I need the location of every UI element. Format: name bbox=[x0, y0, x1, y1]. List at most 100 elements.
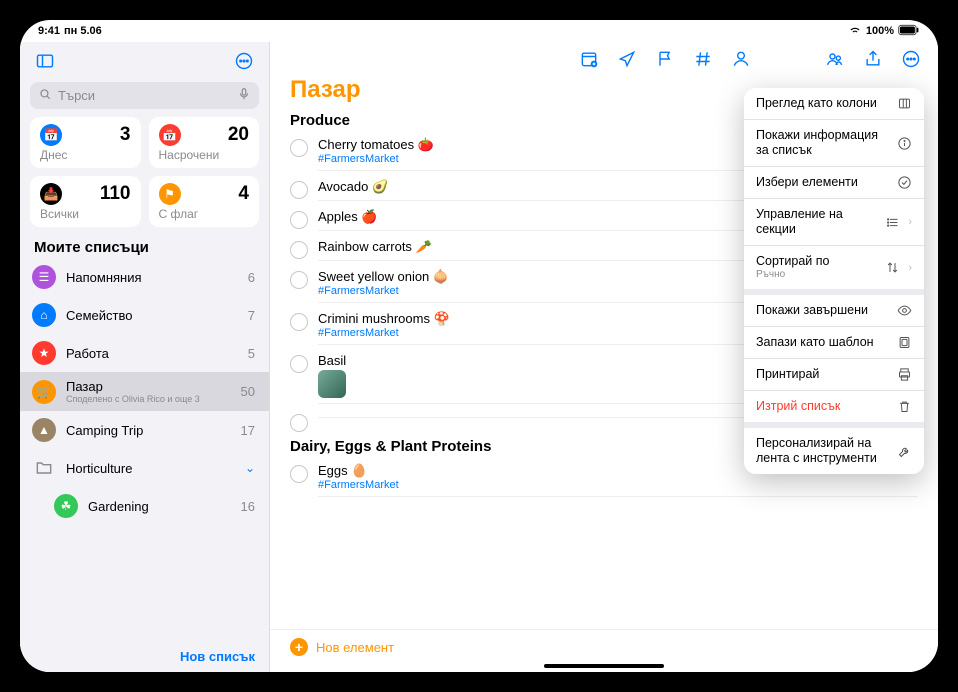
list-count: 7 bbox=[248, 308, 255, 323]
search-input[interactable]: Търси bbox=[30, 82, 259, 109]
ellipsis-icon[interactable] bbox=[900, 48, 922, 70]
complete-checkbox[interactable] bbox=[290, 313, 308, 331]
list-icon: ☰ bbox=[32, 265, 56, 289]
complete-checkbox[interactable] bbox=[290, 465, 308, 483]
status-bar: 9:41 пн 5.06 100% bbox=[20, 20, 938, 42]
menu-item[interactable]: Запази като шаблон bbox=[744, 327, 924, 359]
reminder-tag[interactable]: #FarmersMarket bbox=[318, 479, 918, 491]
menu-label: Запази като шаблон bbox=[756, 335, 874, 349]
flag-icon[interactable] bbox=[654, 48, 676, 70]
smart-card-label: С флаг bbox=[159, 207, 250, 221]
menu-label: Персонализирай на лента с инструменти bbox=[756, 436, 877, 465]
menu-label: Преглед като колони bbox=[756, 96, 877, 110]
smart-card-label: Всички bbox=[40, 207, 131, 221]
eye-icon bbox=[896, 303, 912, 318]
complete-checkbox[interactable] bbox=[290, 355, 308, 373]
smart-card-label: Днес bbox=[40, 148, 131, 162]
collaborate-icon[interactable] bbox=[824, 48, 846, 70]
smart-card-count: 20 bbox=[228, 124, 249, 146]
info-icon bbox=[896, 136, 912, 151]
complete-checkbox[interactable] bbox=[290, 414, 308, 432]
chevron-right-icon: › bbox=[908, 216, 912, 228]
person-icon[interactable] bbox=[730, 48, 752, 70]
app: Търси 📅 3 Днес 📅 20 Насрочени 📥 110 Всич… bbox=[20, 42, 938, 672]
home-indicator[interactable] bbox=[544, 664, 664, 668]
list-icon: 🛒 bbox=[32, 380, 56, 404]
list-row[interactable]: ▲ Camping Trip 17 bbox=[20, 411, 269, 449]
menu-item[interactable]: Персонализирай на лента с инструменти bbox=[744, 428, 924, 474]
list-name: Семейство bbox=[66, 308, 238, 323]
columns-icon bbox=[896, 96, 912, 111]
menu-item[interactable]: Изтрий списък bbox=[744, 391, 924, 428]
battery-icon bbox=[898, 24, 920, 39]
menu-item[interactable]: Принтирай bbox=[744, 359, 924, 391]
menu-item[interactable]: Сортирай по Ръчно › bbox=[744, 246, 924, 295]
smart-card-count: 4 bbox=[238, 183, 249, 205]
status-time: 9:41 bbox=[38, 25, 60, 37]
main-toolbar bbox=[270, 42, 938, 74]
list-count: 17 bbox=[241, 423, 255, 438]
screen: 9:41 пн 5.06 100% bbox=[20, 20, 938, 672]
smart-card-icon: 📥 bbox=[40, 183, 62, 205]
list-row[interactable]: ⌂ Семейство 7 bbox=[20, 296, 269, 334]
ipad-device: 9:41 пн 5.06 100% bbox=[0, 0, 958, 692]
smart-lists: 📅 3 Днес 📅 20 Насрочени 📥 110 Всички ⚑ 4… bbox=[20, 117, 269, 235]
list-count: 6 bbox=[248, 270, 255, 285]
hashtag-icon[interactable] bbox=[692, 48, 714, 70]
list-row[interactable]: ☰ Напомняния 6 bbox=[20, 258, 269, 296]
trash-icon bbox=[896, 399, 912, 414]
plus-icon: + bbox=[290, 638, 308, 656]
print-icon bbox=[896, 367, 912, 382]
menu-item[interactable]: Покажи информация за списък bbox=[744, 120, 924, 167]
menu-item[interactable]: Управление на секции › bbox=[744, 199, 924, 246]
list-row[interactable]: ★ Работа 5 bbox=[20, 334, 269, 372]
sidebar-toggle-icon[interactable] bbox=[32, 48, 58, 74]
menu-label: Сортирай по bbox=[756, 254, 829, 268]
mic-icon[interactable] bbox=[237, 87, 251, 104]
smart-card-count: 3 bbox=[120, 124, 131, 146]
battery-label: 100% bbox=[866, 25, 894, 37]
complete-checkbox[interactable] bbox=[290, 181, 308, 199]
smart-card-icon: 📅 bbox=[40, 124, 62, 146]
menu-label: Управление на секции bbox=[756, 207, 843, 236]
smart-card-0[interactable]: 📅 3 Днес bbox=[30, 117, 141, 168]
smart-card-label: Насрочени bbox=[159, 148, 250, 162]
sidebar-more-icon[interactable] bbox=[231, 48, 257, 74]
list-count: 5 bbox=[248, 346, 255, 361]
menu-label: Изтрий списък bbox=[756, 399, 840, 413]
menu-item[interactable]: Преглед като колони bbox=[744, 88, 924, 120]
select-icon bbox=[896, 175, 912, 190]
list-row[interactable]: Horticulture ⌄ bbox=[20, 449, 269, 487]
calendar-add-icon[interactable] bbox=[578, 48, 600, 70]
complete-checkbox[interactable] bbox=[290, 211, 308, 229]
list-name: Работа bbox=[66, 346, 238, 361]
search-placeholder: Търси bbox=[58, 88, 95, 103]
menu-item[interactable]: Покажи завършени bbox=[744, 295, 924, 327]
more-menu-popover: Преглед като колони Покажи информация за… bbox=[744, 88, 924, 474]
reminder-thumbnail[interactable] bbox=[318, 370, 346, 398]
sort-icon bbox=[884, 260, 900, 275]
menu-label: Избери елементи bbox=[756, 175, 858, 189]
wifi-icon bbox=[848, 23, 862, 40]
list-name: Пазар bbox=[66, 379, 231, 394]
new-item-button[interactable]: + Нов елемент bbox=[270, 629, 938, 664]
folder-icon bbox=[32, 456, 56, 480]
menu-item[interactable]: Избери елементи bbox=[744, 167, 924, 199]
chevron-down-icon[interactable]: ⌄ bbox=[245, 461, 255, 475]
list-row[interactable]: 🛒 Пазар Споделено с Olivia Rico и още 3 … bbox=[20, 372, 269, 411]
list-count: 16 bbox=[241, 499, 255, 514]
complete-checkbox[interactable] bbox=[290, 139, 308, 157]
wrench-icon bbox=[896, 444, 912, 459]
sections-icon bbox=[884, 215, 900, 230]
smart-card-2[interactable]: 📥 110 Всички bbox=[30, 176, 141, 227]
complete-checkbox[interactable] bbox=[290, 241, 308, 259]
smart-card-3[interactable]: ⚑ 4 С флаг bbox=[149, 176, 260, 227]
share-icon[interactable] bbox=[862, 48, 884, 70]
smart-card-1[interactable]: 📅 20 Насрочени bbox=[149, 117, 260, 168]
complete-checkbox[interactable] bbox=[290, 271, 308, 289]
chevron-right-icon: › bbox=[908, 262, 912, 274]
list-icon: ☘ bbox=[54, 494, 78, 518]
new-list-button[interactable]: Нов списък bbox=[20, 641, 269, 672]
list-row[interactable]: ☘ Gardening 16 bbox=[20, 487, 269, 525]
location-icon[interactable] bbox=[616, 48, 638, 70]
